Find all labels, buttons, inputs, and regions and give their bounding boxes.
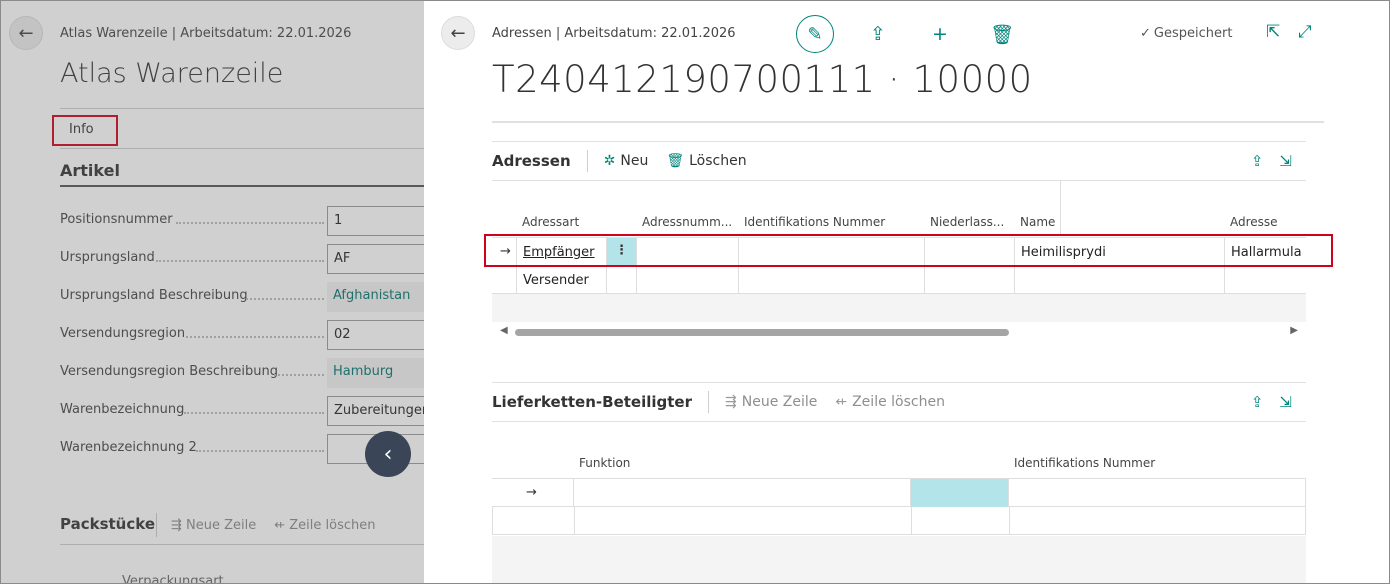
window-frame	[0, 0, 1390, 584]
